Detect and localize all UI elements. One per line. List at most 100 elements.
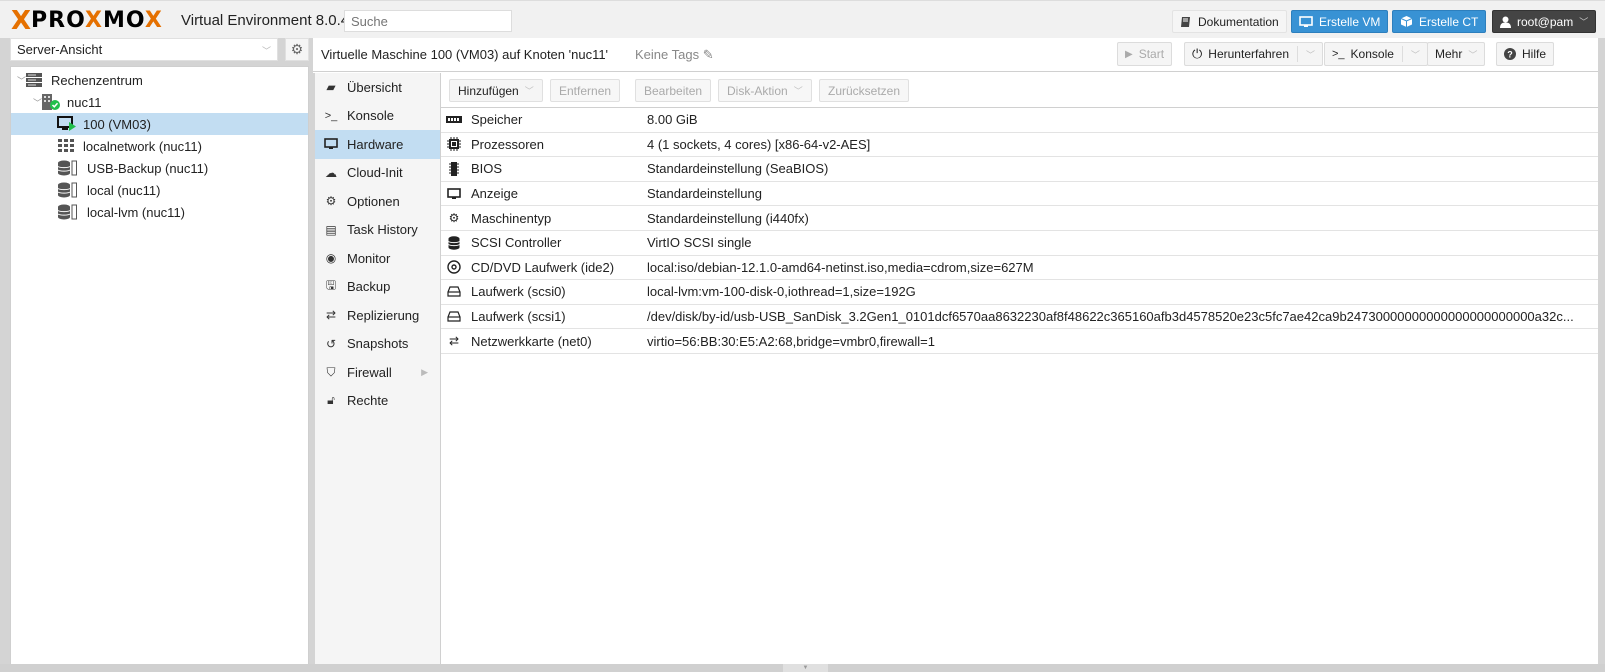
documentation-button[interactable]: Dokumentation <box>1172 10 1287 33</box>
resource-tree-panel: Server-Ansicht ﹀ ⚙ ﹀ Rechenzentrum ﹀ nuc… <box>10 38 309 666</box>
nav-label: Übersicht <box>347 79 402 95</box>
chevron-down-icon: ﹀ <box>261 46 271 56</box>
storage-icon <box>57 182 77 198</box>
hardware-row-disk-scsi1[interactable]: Laufwerk (scsi1) /dev/disk/by-id/usb-USB… <box>441 305 1598 330</box>
hardware-toolbar: Hinzufügen ﹀ Entfernen Bearbeiten Disk-A… <box>441 73 1598 108</box>
log-panel-collapse-toggle[interactable]: ▼ <box>783 664 828 672</box>
tree-node-nuc11[interactable]: ﹀ nuc11 <box>11 91 308 113</box>
chevron-down-icon: ﹀ <box>793 86 803 96</box>
retweet-icon: ⇄ <box>325 308 337 323</box>
nav-item-cloud-init[interactable]: ☁ Cloud-Init <box>315 159 440 188</box>
hdd-icon <box>445 286 463 298</box>
chevron-down-icon[interactable]: ﹀ <box>1306 48 1315 61</box>
shutdown-button[interactable]: ⏻ Herunterfahren ﹀ <box>1184 42 1324 66</box>
hardware-key: Anzeige <box>471 186 518 202</box>
nav-label: Replizierung <box>347 307 420 323</box>
hardware-key: Netzwerkkarte (net0) <box>471 333 592 349</box>
hardware-key: Laufwerk (scsi1) <box>471 309 566 325</box>
hardware-row-scsi-controller[interactable]: SCSI Controller VirtIO SCSI single <box>441 231 1598 256</box>
hardware-row-machine-type[interactable]: ⚙ Maschinentyp Standardeinstellung (i440… <box>441 206 1598 231</box>
revert-button[interactable]: Zurücksetzen <box>819 79 910 102</box>
nav-item-backup[interactable]: 🖫 Backup <box>315 273 440 302</box>
start-button[interactable]: ▶ Start <box>1117 42 1173 66</box>
hardware-row-memory[interactable]: Speicher 8.00 GiB <box>441 108 1598 133</box>
hardware-value: Standardeinstellung <box>647 186 762 202</box>
power-icon: ⏻ <box>1192 46 1203 61</box>
network-grid-icon <box>58 139 74 152</box>
tags-editor[interactable]: Keine Tags ✎ <box>635 47 714 63</box>
product-version: Virtual Environment 8.0.4 <box>181 12 350 29</box>
nav-item-hardware[interactable]: Hardware <box>315 130 440 159</box>
user-menu-button[interactable]: root@pam ﹀ <box>1492 10 1597 33</box>
terminal-icon: >_ <box>1332 48 1345 60</box>
chevron-down-icon[interactable]: ﹀ <box>1411 48 1420 61</box>
tree-node-localnetwork[interactable]: localnetwork (nuc11) <box>11 135 308 157</box>
gear-icon: ⚙ <box>325 194 337 209</box>
tree-node-datacenter[interactable]: ﹀ Rechenzentrum <box>11 69 308 91</box>
nav-item-options[interactable]: ⚙ Optionen <box>315 187 440 216</box>
tree-node-vm-100[interactable]: 100 (VM03) <box>11 113 308 135</box>
nav-item-overview[interactable]: ▰ Übersicht <box>315 73 440 102</box>
hardware-key: Maschinentyp <box>471 210 552 226</box>
more-label: Mehr <box>1435 47 1463 61</box>
nav-label: Hardware <box>347 136 404 152</box>
nav-label: Optionen <box>347 193 400 209</box>
nav-item-snapshots[interactable]: ↺ Snapshots <box>315 330 440 359</box>
nav-item-permissions[interactable]: 🔓︎ Rechte <box>315 387 440 416</box>
proxmox-logo: X PROXMOX <box>11 8 163 34</box>
hardware-value: local:iso/debian-12.1.0-amd64-netinst.is… <box>647 259 1034 275</box>
hardware-row-network[interactable]: ⇄ Netzwerkkarte (net0) virtio=56:BB:30:E… <box>441 329 1598 354</box>
hardware-list: Speicher 8.00 GiB Prozessoren 4 (1 socke… <box>441 108 1598 354</box>
nav-label: Task History <box>347 222 418 238</box>
hardware-row-cdrom[interactable]: CD/DVD Laufwerk (ide2) local:iso/debian-… <box>441 256 1598 281</box>
console-button[interactable]: >_ Konsole ﹀ <box>1324 42 1428 66</box>
storage-icon <box>57 160 77 176</box>
help-button[interactable]: ? Hilfe <box>1496 42 1555 66</box>
hardware-value: 8.00 GiB <box>647 112 698 128</box>
user-icon <box>1500 16 1511 28</box>
create-vm-button[interactable]: Erstelle VM <box>1291 10 1389 33</box>
exchange-icon: ⇄ <box>448 334 460 349</box>
hardware-row-processors[interactable]: Prozessoren 4 (1 sockets, 4 cores) [x86-… <box>441 133 1598 158</box>
tree-node-usb-backup[interactable]: USB-Backup (nuc11) <box>11 157 308 179</box>
create-ct-button[interactable]: Erstelle CT <box>1392 10 1487 33</box>
top-bar: X PROXMOX Virtual Environment 8.0.4 Doku… <box>0 0 1605 38</box>
svg-text:?: ? <box>1507 50 1513 60</box>
remove-button[interactable]: Entfernen <box>550 79 621 102</box>
nav-item-console[interactable]: >_ Konsole <box>315 102 440 131</box>
disk-action-label: Disk-Aktion <box>727 83 788 98</box>
floppy-icon: 🖫 <box>325 278 337 293</box>
tags-label: Keine Tags <box>635 47 700 62</box>
tree-node-local-lvm[interactable]: local-lvm (nuc11) <box>11 201 308 223</box>
cloud-icon: ☁ <box>325 165 337 180</box>
hardware-row-disk-scsi0[interactable]: Laufwerk (scsi0) local-lvm:vm-100-disk-0… <box>441 280 1598 305</box>
tree-node-label: localnetwork (nuc11) <box>83 138 202 154</box>
nav-item-task-history[interactable]: ▤ Task History <box>315 216 440 245</box>
hardware-key: Prozessoren <box>471 136 544 152</box>
eye-icon: ◉ <box>325 251 337 266</box>
submenu-arrow-icon: ▶ <box>421 366 428 377</box>
hardware-row-display[interactable]: Anzeige Standardeinstellung <box>441 182 1598 207</box>
database-icon <box>445 236 463 250</box>
hardware-row-bios[interactable]: BIOS Standardeinstellung (SeaBIOS) <box>441 157 1598 182</box>
nav-item-replication[interactable]: ⇄ Replizierung <box>315 301 440 330</box>
more-button[interactable]: Mehr ﹀ <box>1427 42 1486 66</box>
start-label: Start <box>1138 47 1165 61</box>
pencil-icon[interactable]: ✎ <box>703 47 714 62</box>
search-input[interactable] <box>344 10 512 32</box>
nav-item-firewall[interactable]: ⛉ Firewall ▶ <box>315 358 440 387</box>
edit-button[interactable]: Bearbeiten <box>635 79 712 102</box>
hardware-key: SCSI Controller <box>471 235 562 251</box>
add-button[interactable]: Hinzufügen ﹀ <box>449 79 543 102</box>
view-selector[interactable]: Server-Ansicht ﹀ <box>10 38 278 61</box>
disk-action-button[interactable]: Disk-Aktion ﹀ <box>718 79 812 102</box>
tree-node-local[interactable]: local (nuc11) <box>11 179 308 201</box>
nav-label: Snapshots <box>347 336 409 352</box>
nav-item-monitor[interactable]: ◉ Monitor <box>315 244 440 273</box>
desktop-icon <box>1299 15 1313 27</box>
resource-tree: ﹀ Rechenzentrum ﹀ nuc11 100 (VM03) local… <box>10 66 309 666</box>
nav-label: Firewall <box>347 364 392 380</box>
tree-node-label: local (nuc11) <box>87 182 161 198</box>
tree-settings-button[interactable]: ⚙ <box>285 38 309 61</box>
cdrom-icon <box>445 260 463 275</box>
